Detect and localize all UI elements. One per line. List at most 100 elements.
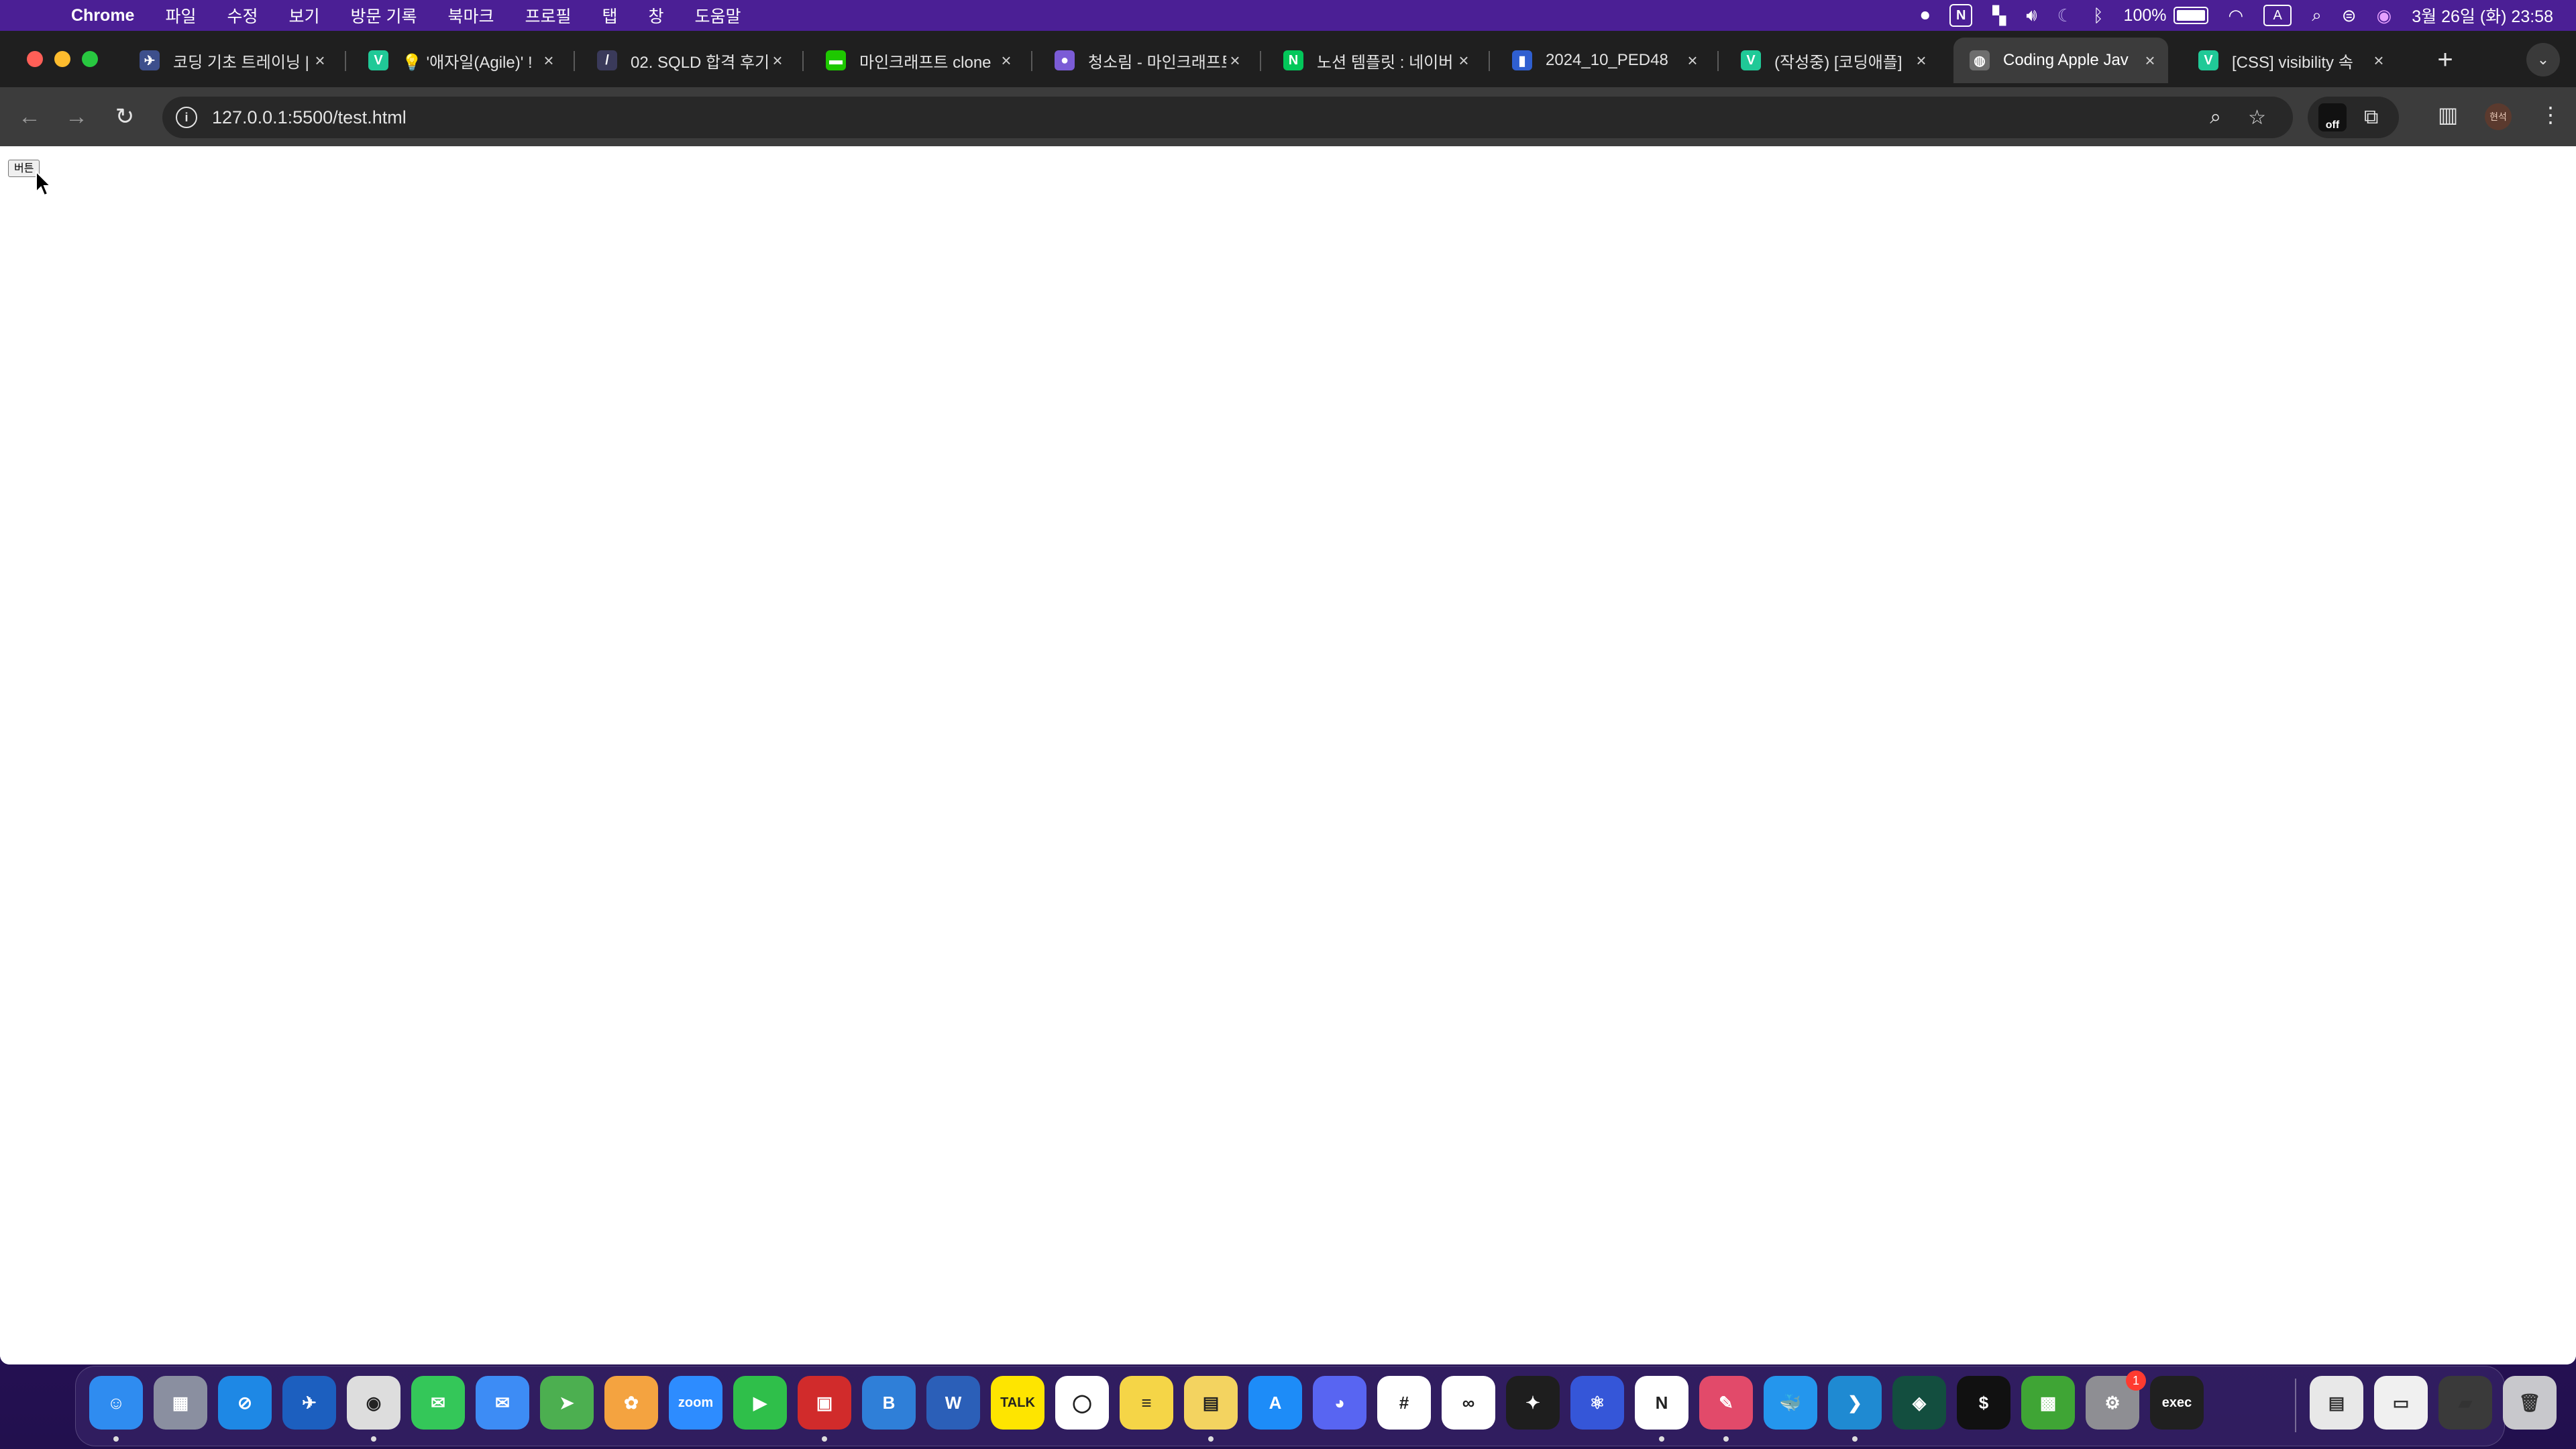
chrome-menu-icon[interactable]: ⋮ xyxy=(2540,102,2561,127)
screen-record-icon[interactable]: ⏺ xyxy=(1921,5,1929,26)
app-store-icon[interactable]: A xyxy=(1248,1376,1302,1430)
tab-2[interactable]: V 💡 '애자일(Agile)' ! × xyxy=(352,38,567,83)
safari-icon[interactable]: ⊘ xyxy=(218,1376,272,1430)
notion-status-icon[interactable]: N xyxy=(1949,4,1973,27)
wifi-icon[interactable]: ◠ xyxy=(2229,5,2244,26)
document-stack-icon[interactable]: ▤ xyxy=(2310,1376,2363,1430)
forward-button[interactable]: → xyxy=(60,101,93,133)
extension-off-icon[interactable]: off xyxy=(2318,103,2347,131)
menu-profile[interactable]: 프로필 xyxy=(525,3,571,28)
siri-icon[interactable]: ◉ xyxy=(2377,5,2392,26)
menu-history[interactable]: 방문 기록 xyxy=(351,3,417,28)
tab-4[interactable]: ▬ 마인크래프트 clone × xyxy=(810,38,1024,83)
trash-icon[interactable]: 🗑 xyxy=(2503,1376,2557,1430)
new-tab-button[interactable]: + xyxy=(2428,43,2462,76)
notes-glyph: ≡ xyxy=(1141,1392,1152,1413)
moon-icon[interactable]: ☾ xyxy=(2057,5,2073,26)
tab-close-icon[interactable]: × xyxy=(1913,50,1930,71)
gitkraken-icon[interactable]: ◈ xyxy=(1892,1376,1946,1430)
tab-close-icon[interactable]: × xyxy=(311,50,329,71)
tab-close-icon[interactable]: × xyxy=(769,50,786,71)
mail-icon[interactable]: ✉ xyxy=(476,1376,529,1430)
tab-search-button[interactable]: ⌄ xyxy=(2526,43,2560,76)
side-panel-icon[interactable]: ▥ xyxy=(2438,102,2458,127)
zoom-icon[interactable]: ⌕ xyxy=(2210,106,2221,129)
tab-close-icon[interactable]: × xyxy=(1226,50,1244,71)
terminal-icon[interactable]: exec xyxy=(2150,1376,2204,1430)
messages-icon[interactable]: ✉ xyxy=(411,1376,465,1430)
tab-close-icon[interactable]: × xyxy=(2141,50,2159,71)
menu-help[interactable]: 도움말 xyxy=(695,3,741,28)
stickies-icon[interactable]: ▤ xyxy=(1184,1376,1238,1430)
minecraft-icon[interactable]: ▩ xyxy=(2021,1376,2075,1430)
menu-window[interactable]: 창 xyxy=(649,3,664,28)
pencil-app-icon[interactable]: ✎ xyxy=(1699,1376,1753,1430)
zoom-icon[interactable]: zoom xyxy=(669,1376,722,1430)
discord-icon[interactable]: ◕ xyxy=(1313,1376,1366,1430)
back-button[interactable]: ← xyxy=(13,101,46,133)
menu-edit[interactable]: 수정 xyxy=(227,3,258,28)
extensions-puzzle-icon[interactable]: ⧉ xyxy=(2364,106,2378,129)
maps-glyph: ➤ xyxy=(559,1392,574,1413)
tab-10[interactable]: V [CSS] visibility 속 × xyxy=(2182,38,2397,83)
tab-8[interactable]: V (작성중) [코딩애플] × xyxy=(1725,38,1939,83)
tab-close-icon[interactable]: × xyxy=(540,50,557,71)
window-zoom-button[interactable] xyxy=(82,51,98,67)
tab-6[interactable]: N 노션 템플릿 : 네이버 × xyxy=(1267,38,1482,83)
address-bar[interactable]: i 127.0.0.1:5500/test.html ⌕ ☆ xyxy=(162,97,2293,138)
battery-icon[interactable] xyxy=(2173,7,2208,24)
naver-line-icon[interactable]: ◯ xyxy=(1055,1376,1109,1430)
reload-button[interactable]: ↻ xyxy=(109,101,141,133)
bluebird-icon[interactable]: ✈ xyxy=(282,1376,336,1430)
photos-icon[interactable]: ✿ xyxy=(604,1376,658,1430)
notes-icon[interactable]: ≡ xyxy=(1120,1376,1173,1430)
input-source-icon[interactable]: A xyxy=(2263,5,2292,26)
menu-clock[interactable]: 3월 26일 (화) 23:58 xyxy=(2412,3,2553,28)
window-close-button[interactable] xyxy=(27,51,43,67)
bluetooth-icon[interactable]: ᛒ xyxy=(2093,5,2104,26)
tab-close-icon[interactable]: × xyxy=(1455,50,1472,71)
launchpad-icon[interactable]: ▦ xyxy=(154,1376,207,1430)
menu-tab[interactable]: 탭 xyxy=(602,3,618,28)
tab-close-icon[interactable]: × xyxy=(1684,50,1701,71)
bluebird-glyph: ✈ xyxy=(302,1392,317,1413)
bookmark-star-icon[interactable]: ☆ xyxy=(2248,106,2266,129)
tab-9[interactable]: ◍ Coding Apple Jav × xyxy=(1953,38,2168,83)
menu-view[interactable]: 보기 xyxy=(289,3,320,28)
spotlight-search-icon[interactable]: ⌕ xyxy=(2312,5,2322,26)
tab-close-icon[interactable]: × xyxy=(2370,50,2387,71)
tab-1[interactable]: ✈ 코딩 기초 트레이닝 | × xyxy=(123,38,338,83)
site-info-icon[interactable]: i xyxy=(176,107,197,128)
atom-app-icon[interactable]: ⚛ xyxy=(1570,1376,1624,1430)
link-app-icon[interactable]: ∞ xyxy=(1442,1376,1495,1430)
menu-app-name[interactable]: Chrome xyxy=(71,6,134,25)
layout-icon[interactable]: ▚ xyxy=(1992,5,2006,26)
terminal-green-icon[interactable]: $ xyxy=(1957,1376,2010,1430)
notion-icon[interactable]: N xyxy=(1635,1376,1688,1430)
window-minimize-button[interactable] xyxy=(54,51,70,67)
word-icon[interactable]: W xyxy=(926,1376,980,1430)
slack-icon[interactable]: # xyxy=(1377,1376,1431,1430)
address-url[interactable]: 127.0.0.1:5500/test.html xyxy=(212,107,2210,128)
finder-icon[interactable]: ☺ xyxy=(89,1376,143,1430)
facetime-icon[interactable]: ▶ xyxy=(733,1376,787,1430)
tab-5[interactable]: ● 청소림 - 마인크래프트 × xyxy=(1038,38,1253,83)
downloads-stack-icon[interactable]: ▰ xyxy=(2438,1376,2492,1430)
books-icon[interactable]: B xyxy=(862,1376,916,1430)
vscode-icon[interactable]: ❯ xyxy=(1828,1376,1882,1430)
tab-3[interactable]: / 02. SQLD 합격 후기 × xyxy=(581,38,796,83)
chrome-icon[interactable]: ◉ xyxy=(347,1376,400,1430)
figma-icon[interactable]: ✦ xyxy=(1506,1376,1560,1430)
menu-file[interactable]: 파일 xyxy=(165,3,196,28)
photobooth-icon[interactable]: ▣ xyxy=(798,1376,851,1430)
docker-icon[interactable]: 🐳 xyxy=(1764,1376,1817,1430)
volume-icon[interactable]: 🔊︎ xyxy=(2026,5,2037,26)
tab-close-icon[interactable]: × xyxy=(998,50,1015,71)
profile-avatar[interactable]: 현석 xyxy=(2485,103,2512,130)
maps-icon[interactable]: ➤ xyxy=(540,1376,594,1430)
tab-7[interactable]: ▮ 2024_10_PED48 × xyxy=(1496,38,1711,83)
menu-bookmarks[interactable]: 북마크 xyxy=(447,3,494,28)
screenshot-stack-icon[interactable]: ▭ xyxy=(2374,1376,2428,1430)
kakaotalk-icon[interactable]: TALK xyxy=(991,1376,1044,1430)
control-center-icon[interactable]: ⊜ xyxy=(2342,5,2357,26)
